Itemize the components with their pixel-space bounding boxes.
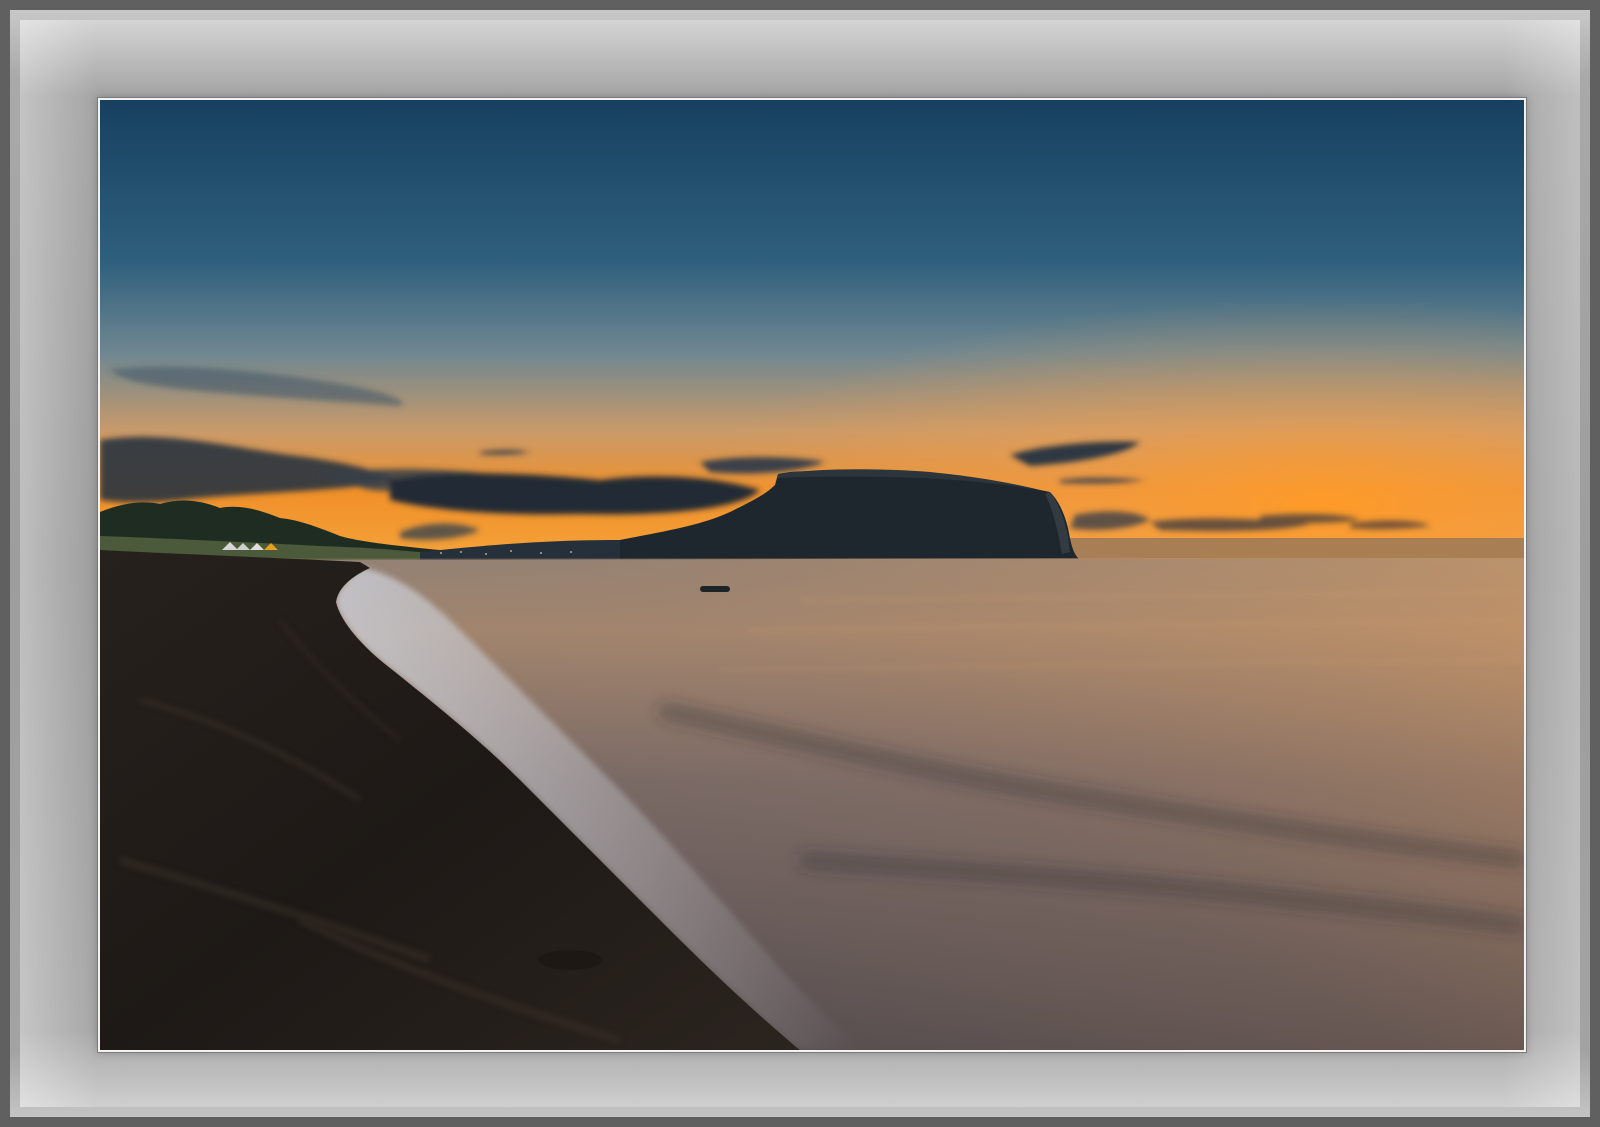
photo — [98, 98, 1526, 1052]
picture-frame — [0, 0, 1600, 1127]
